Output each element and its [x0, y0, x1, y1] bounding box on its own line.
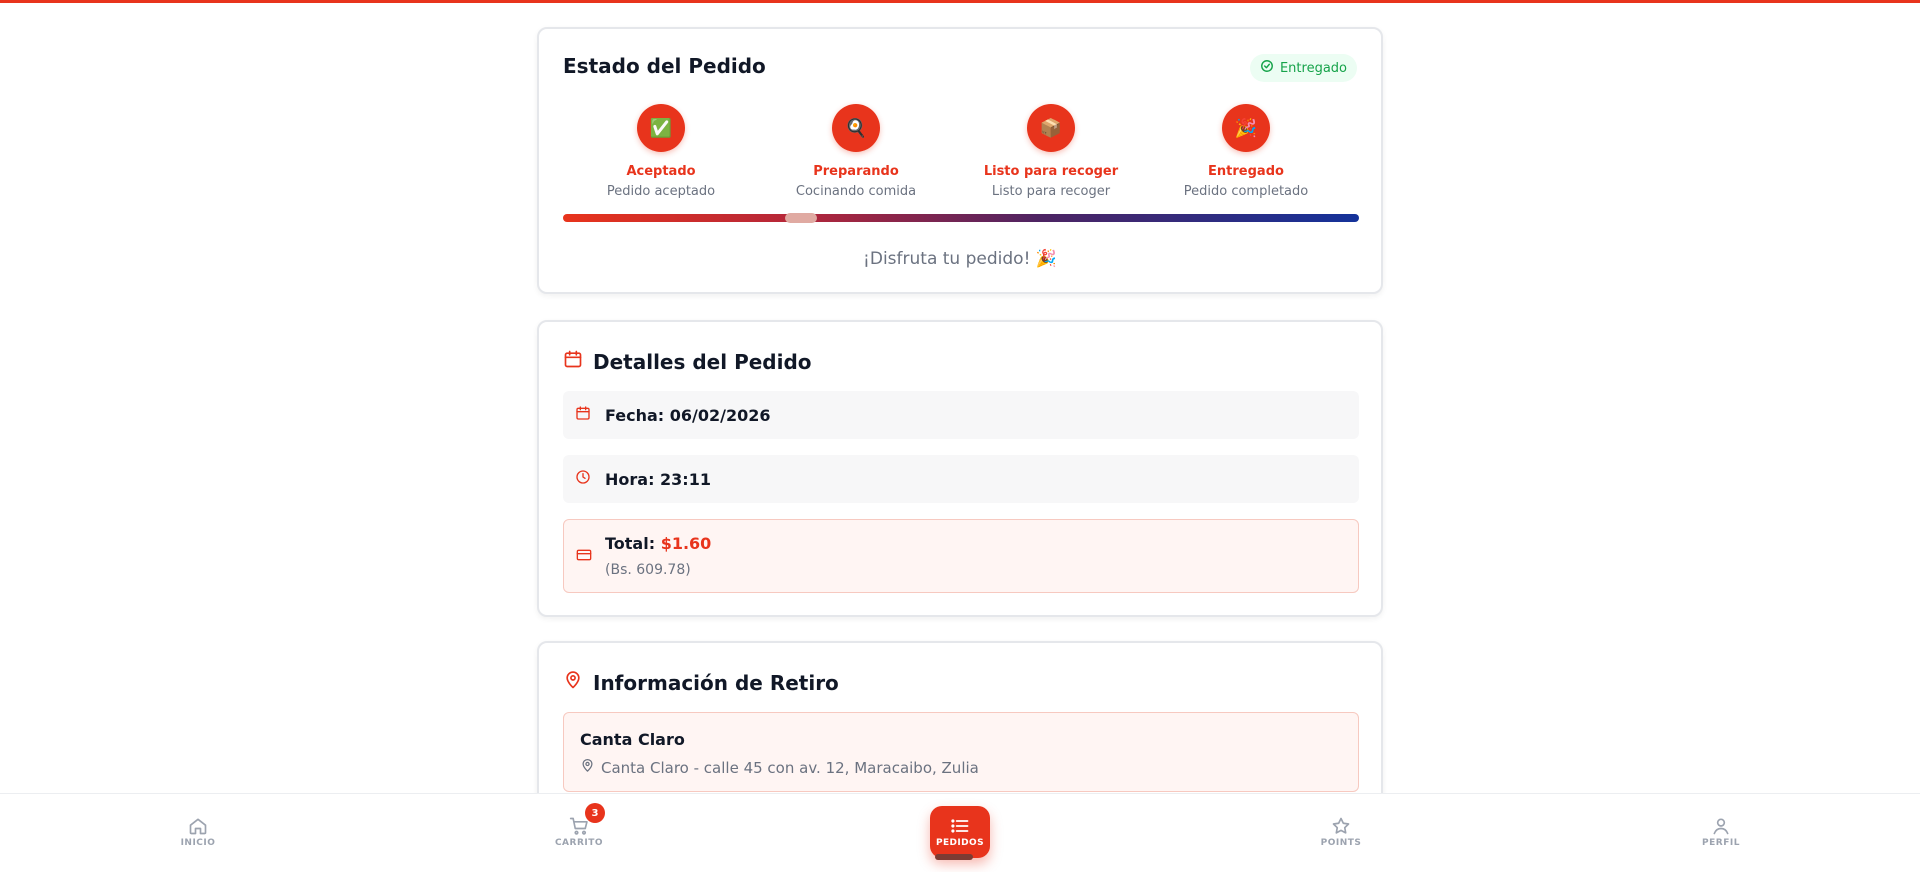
- step-title: Listo para recoger: [983, 164, 1119, 179]
- order-details-title: Detalles del Pedido: [593, 349, 812, 374]
- step-accepted: ✅ Aceptado Pedido aceptado: [571, 104, 751, 199]
- pickup-location-box: Canta Claro Canta Claro - calle 45 con a…: [563, 712, 1359, 792]
- user-icon: [1681, 816, 1761, 836]
- nav-home-label: INICIO: [180, 838, 216, 848]
- progress-bar-highlight: [785, 213, 817, 223]
- date-row: Fecha: 06/02/2026: [563, 391, 1359, 439]
- step-description: Cocinando comida: [795, 184, 917, 199]
- store-name: Canta Claro: [580, 730, 685, 749]
- credit-card-icon: [576, 547, 592, 567]
- step-description: Pedido aceptado: [606, 184, 716, 199]
- star-icon: [1301, 816, 1381, 836]
- time-row: Hora: 23:11: [563, 455, 1359, 503]
- home-icon: [158, 816, 238, 836]
- calendar-icon: [563, 349, 583, 374]
- total-bolivares: (Bs. 609.78): [605, 562, 691, 578]
- store-address-line: Canta Claro - calle 45 con av. 12, Marac…: [580, 758, 979, 777]
- check-circle-icon: [1260, 59, 1274, 77]
- step-title: Preparando: [813, 164, 899, 179]
- map-pin-icon: [580, 758, 595, 777]
- cart-count-badge: 3: [585, 803, 605, 823]
- pickup-info-card: Información de Retiro Canta Claro Canta …: [537, 641, 1383, 793]
- enjoy-message: ¡Disfruta tu pedido! 🎉: [863, 249, 1057, 269]
- nav-home[interactable]: INICIO: [158, 816, 238, 848]
- pickup-info-header: Información de Retiro: [563, 670, 839, 695]
- nav-profile[interactable]: PERFIL: [1681, 816, 1761, 848]
- step-title: Aceptado: [626, 164, 696, 179]
- nav-cart[interactable]: 3 CARRITO: [539, 803, 619, 848]
- map-pin-icon: [563, 670, 583, 695]
- nav-orders-label: PEDIDOS: [936, 838, 984, 848]
- step-title: Entregado: [1208, 164, 1284, 179]
- total-line: Total: $1.60: [605, 534, 711, 553]
- pickup-info-title: Información de Retiro: [593, 670, 839, 695]
- order-status-title: Estado del Pedido: [563, 54, 766, 78]
- step-preparing: 🍳 Preparando Cocinando comida: [766, 104, 946, 199]
- bottom-navigation: INICIO 3 CARRITO PEDIDOS POINTS PERFIL: [0, 793, 1920, 872]
- calendar-icon: [575, 405, 591, 425]
- status-badge: Entregado: [1249, 54, 1357, 82]
- cart-icon: [539, 816, 619, 836]
- nav-points[interactable]: POINTS: [1301, 816, 1381, 848]
- step-description: Listo para recoger: [991, 184, 1111, 199]
- main-scroll-area[interactable]: Estado del Pedido Entregado ✅ Aceptado P…: [0, 3, 1920, 793]
- order-details-header: Detalles del Pedido: [563, 349, 812, 374]
- status-badge-label: Entregado: [1279, 60, 1347, 76]
- list-icon: [930, 816, 990, 836]
- time-text: Hora: 23:11: [605, 469, 711, 489]
- date-text: Fecha: 06/02/2026: [605, 405, 771, 425]
- clock-icon: [575, 469, 591, 489]
- nav-orders[interactable]: PEDIDOS: [930, 806, 990, 858]
- step-ready: 📦 Listo para recoger Listo para recoger: [961, 104, 1141, 199]
- total-label: Total:: [605, 534, 656, 553]
- step-delivered-icon: 🎉: [1222, 104, 1270, 152]
- store-address: Canta Claro - calle 45 con av. 12, Marac…: [601, 758, 979, 777]
- nav-orders-indicator: [935, 854, 973, 860]
- progress-bar: [563, 213, 1359, 223]
- step-ready-icon: 📦: [1027, 104, 1075, 152]
- nav-profile-label: PERFIL: [1702, 838, 1740, 848]
- nav-points-label: POINTS: [1320, 838, 1362, 848]
- nav-cart-label: CARRITO: [554, 838, 604, 848]
- total-amount: $1.60: [660, 534, 712, 553]
- total-box: Total: $1.60 (Bs. 609.78): [563, 519, 1359, 593]
- step-preparing-icon: 🍳: [832, 104, 880, 152]
- order-status-card: Estado del Pedido Entregado ✅ Aceptado P…: [537, 27, 1383, 294]
- step-description: Pedido completado: [1183, 184, 1309, 199]
- order-details-card: Detalles del Pedido Fecha: 06/02/2026 Ho…: [537, 320, 1383, 617]
- status-steps: ✅ Aceptado Pedido aceptado 🍳 Preparando …: [563, 104, 1359, 199]
- step-delivered: 🎉 Entregado Pedido completado: [1156, 104, 1336, 199]
- step-accepted-icon: ✅: [637, 104, 685, 152]
